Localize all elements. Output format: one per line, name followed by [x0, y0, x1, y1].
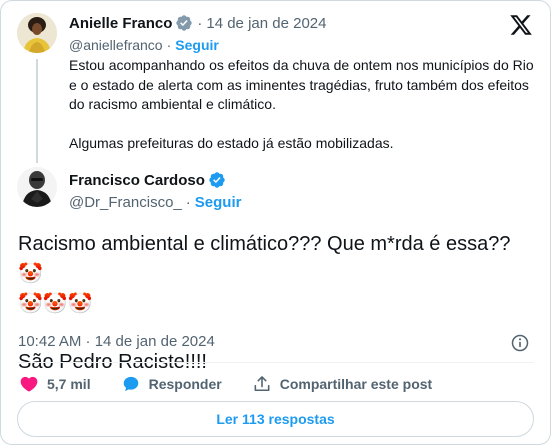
quoted-display-name[interactable]: Anielle Franco	[69, 15, 172, 32]
post-author-row: Francisco Cardoso	[69, 170, 226, 190]
follow-button[interactable]: Seguir	[175, 37, 219, 53]
quoted-date[interactable]: 14 de jan de 2024	[206, 15, 326, 32]
avatar-anielle-franco[interactable]	[17, 13, 57, 53]
share-label: Compartilhar este post	[279, 376, 433, 392]
thread-connector-line	[36, 59, 38, 163]
follow-separator: ·	[166, 37, 172, 53]
x-logo-icon[interactable]	[509, 13, 533, 37]
post-timestamp[interactable]: 10:42 AM · 14 de jan de 2024	[18, 333, 215, 350]
post-text-line: Racismo ambiental e climático??? Que m*r…	[18, 233, 511, 285]
reply-button[interactable]: Responder	[121, 374, 222, 394]
share-upload-icon	[254, 376, 270, 392]
divider	[17, 362, 534, 363]
date-separator: ·	[197, 14, 203, 32]
reply-label: Responder	[148, 376, 222, 392]
post-actions: 5,7 mil Responder Compartilhar este post	[19, 373, 462, 395]
info-icon[interactable]	[510, 333, 530, 353]
avatar-francisco-cardoso[interactable]	[17, 167, 57, 207]
like-count: 5,7 mil	[47, 376, 91, 392]
post-display-name[interactable]: Francisco Cardoso	[69, 172, 205, 189]
follow-button[interactable]: Seguir	[195, 194, 242, 211]
quoted-post-text: Estou acompanhando os efeitos da chuva d…	[69, 56, 539, 153]
post-handle[interactable]: @Dr_Francisco_	[69, 194, 182, 211]
like-button[interactable]: 5,7 mil	[19, 374, 91, 394]
embedded-post-card: Anielle Franco · 14 de jan de 2024 @anie…	[0, 0, 551, 445]
quoted-handle-row: @aniellefranco · Seguir	[69, 36, 219, 54]
post-handle-row: @Dr_Francisco_ · Seguir	[69, 193, 241, 211]
quoted-paragraph: Algumas prefeituras do estado já estão m…	[69, 134, 394, 151]
verified-badge-icon	[176, 15, 193, 31]
quoted-handle[interactable]: @aniellefranco	[69, 37, 163, 53]
quoted-author-row: Anielle Franco · 14 de jan de 2024	[69, 13, 326, 33]
read-replies-button[interactable]: Ler 113 respostas	[17, 401, 534, 437]
share-button[interactable]: Compartilhar este post	[252, 374, 432, 394]
verified-badge-icon	[209, 172, 225, 188]
heart-icon	[20, 376, 38, 392]
follow-separator: ·	[185, 193, 191, 211]
quoted-paragraph: Estou acompanhando os efeitos da chuva d…	[69, 57, 534, 112]
reply-bubble-icon	[123, 376, 138, 392]
post-text-line: 🤡🤡🤡	[18, 293, 93, 315]
post-text: Racismo ambiental e climático??? Que m*r…	[18, 229, 538, 377]
